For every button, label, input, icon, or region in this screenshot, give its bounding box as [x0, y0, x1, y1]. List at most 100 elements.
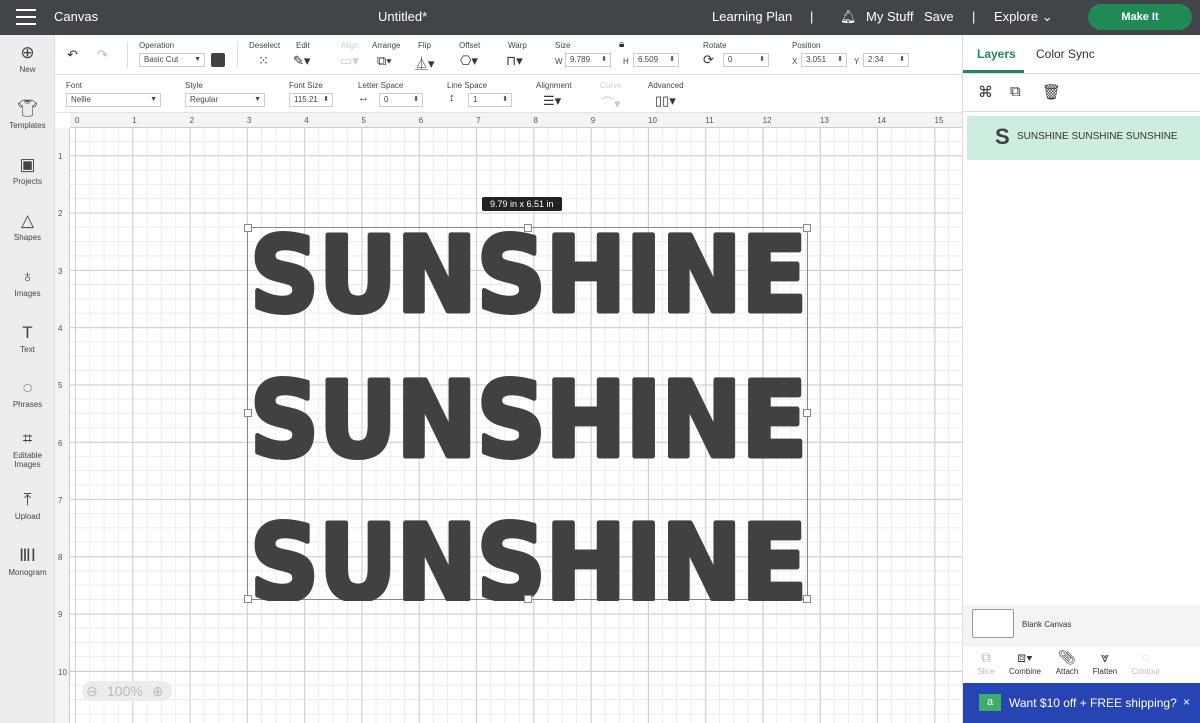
upload-icon: ⤒: [23, 490, 32, 509]
operation-select[interactable]: Basic Cut ▼: [139, 53, 205, 67]
sidebar-item-shapes[interactable]: △ Shapes: [0, 211, 55, 242]
contour-icon: ◌: [1141, 649, 1151, 665]
tab-color-sync[interactable]: Color Sync: [1036, 47, 1095, 61]
resize-handle[interactable]: [244, 409, 252, 417]
undo-icon[interactable]: ↶: [67, 47, 78, 63]
my-stuff-link[interactable]: My Stuff: [866, 9, 913, 24]
ruler-tick-label: 11: [705, 116, 714, 125]
letter-space-input[interactable]: 0 ⬍: [379, 93, 423, 107]
project-title: Untitled*: [378, 9, 428, 24]
sunshine-text[interactable]: SUNSHINE SUNSHINE SUNSHINE: [248, 228, 809, 601]
resize-handle[interactable]: [803, 595, 811, 603]
alignment-icon[interactable]: ☰▾: [543, 93, 561, 109]
attach-button[interactable]: 📎︎ Attach: [1047, 649, 1087, 676]
resize-handle[interactable]: [244, 224, 252, 232]
align-icon[interactable]: ▭▾: [340, 53, 359, 69]
line-space-icon: ↕: [449, 92, 455, 104]
flip-icon[interactable]: ⏅▾: [415, 53, 435, 72]
ruler-tick-label: 7: [58, 495, 63, 505]
close-icon[interactable]: ×: [1183, 695, 1190, 709]
width-input[interactable]: 9.789 ⬍: [565, 53, 611, 67]
combine-icon: ⧈▾: [1017, 649, 1033, 665]
deselect-icon[interactable]: ⁙: [258, 53, 269, 69]
resize-handle[interactable]: [803, 409, 811, 417]
ruler-tick-label: 10: [58, 667, 67, 677]
curve-icon[interactable]: ⌒▾: [601, 93, 621, 112]
resize-handle[interactable]: [524, 224, 532, 232]
line-space-input[interactable]: 1 ⬍: [468, 93, 512, 107]
sidebar-item-phrases[interactable]: ◌ Phrases: [0, 378, 55, 409]
app-name: Canvas: [54, 9, 99, 24]
flatten-icon: ⩔: [1101, 649, 1109, 665]
redo-icon[interactable]: ↷: [97, 47, 108, 63]
offset-icon[interactable]: ⎔▾: [460, 53, 478, 69]
canvas-thumbnail: [972, 609, 1014, 638]
left-sidebar: ⊕ New 👕︎ Templates ▣ Projects △ Shapes ♁ Imag…: [0, 35, 55, 723]
ruler-tick-label: 13: [819, 116, 829, 125]
layer-item[interactable]: S SUNSHINE SUNSHINE SUNSHINE: [967, 116, 1200, 160]
design-canvas[interactable]: 9.79 in x 6.51 in SUNSHINE SUNSHINE SUNS…: [70, 128, 962, 723]
zoom-out-icon[interactable]: ⊖: [86, 681, 98, 701]
menu-icon[interactable]: [16, 9, 36, 25]
height-input[interactable]: 6.509 ⬍: [633, 53, 679, 67]
warp-icon[interactable]: ⊓▾: [506, 53, 523, 69]
sidebar-item-text[interactable]: T Text: [0, 323, 55, 354]
combine-button[interactable]: ⧈▾ Combine: [1005, 649, 1045, 676]
shirt-icon: 👕︎: [16, 99, 39, 118]
edit-pencil-icon[interactable]: ✎▾: [293, 53, 310, 69]
resize-handle[interactable]: [524, 595, 532, 603]
ruler-tick-label: 14: [877, 116, 887, 125]
duplicate-icon[interactable]: ⧉: [1010, 83, 1021, 100]
gift-icon: a: [979, 694, 1001, 711]
text-icon: T: [22, 323, 33, 342]
zoom-level: 100%: [107, 683, 143, 699]
ruler-tick-label: 4: [304, 116, 309, 125]
attach-icon: 📎︎: [1058, 649, 1076, 665]
resize-handle[interactable]: [244, 595, 252, 603]
zoom-control: ⊖ 100% ⊕: [82, 681, 172, 701]
style-select[interactable]: Regular ▼: [185, 93, 265, 107]
projects-icon: ▣: [19, 155, 36, 174]
selection-box[interactable]: SUNSHINE SUNSHINE SUNSHINE: [244, 224, 811, 603]
rotate-input[interactable]: 0 ⬍: [723, 53, 769, 67]
position-y-input[interactable]: 2.34 ⬍: [863, 53, 909, 67]
text-line: SUNSHINE: [250, 502, 807, 601]
make-it-button[interactable]: Make It: [1088, 4, 1192, 30]
ruler-tick-label: 10: [648, 116, 657, 125]
slice-button[interactable]: ⧉ Slice: [966, 649, 1006, 676]
position-x-input[interactable]: 3.051 ⬍: [801, 53, 847, 67]
trash-icon[interactable]: 🗑︎: [1042, 83, 1061, 101]
tab-layers[interactable]: Layers: [977, 47, 1016, 61]
font-select[interactable]: Nellie ▼: [66, 93, 161, 107]
sidebar-item-new[interactable]: ⊕ New: [0, 43, 55, 74]
advanced-icon[interactable]: ▯▯▾: [655, 93, 676, 109]
plus-icon: ⊕: [20, 43, 35, 62]
blank-canvas-row[interactable]: Blank Canvas: [963, 605, 1200, 647]
save-button[interactable]: Save: [924, 9, 954, 24]
sidebar-item-upload[interactable]: ⤒ Upload: [0, 490, 55, 521]
edit-toolbar: ↶ ↷ Operation Basic Cut ▼ Deselect ⁙ Edit…: [55, 35, 962, 75]
explore-menu[interactable]: Explore ⌄: [994, 9, 1053, 25]
sidebar-item-templates[interactable]: 👕︎ Templates: [0, 99, 55, 130]
sidebar-item-monogram[interactable]: ⅢⅠ Monogram: [0, 546, 55, 577]
ruler-tick-label: 8: [58, 553, 63, 563]
font-size-input[interactable]: 115.21 ⬍: [289, 93, 333, 107]
contour-button[interactable]: ◌ Contour: [1126, 649, 1166, 676]
ruler-tick-label: 3: [246, 116, 252, 125]
sidebar-item-projects[interactable]: ▣ Projects: [0, 155, 55, 186]
lock-icon[interactable]: 🔒︎: [619, 39, 624, 50]
bell-icon[interactable]: 🔔︎: [840, 9, 857, 25]
learning-plan-link[interactable]: Learning Plan: [712, 9, 792, 24]
group-icon[interactable]: ⌘: [978, 83, 993, 101]
zoom-in-icon[interactable]: ⊕: [152, 681, 164, 701]
resize-handle[interactable]: [803, 224, 811, 232]
ruler-tick-label: 12: [762, 116, 772, 125]
promo-banner[interactable]: a Want $10 off + FREE shipping? ×: [963, 683, 1200, 723]
color-swatch[interactable]: [211, 53, 225, 67]
flatten-button[interactable]: ⩔ Flatten: [1085, 649, 1125, 676]
sidebar-item-editable-images[interactable]: ⌗ Editable Images: [0, 429, 55, 469]
arrange-icon[interactable]: ⧉▾: [377, 53, 392, 69]
sidebar-item-images[interactable]: ♁ Images: [0, 267, 55, 298]
horizontal-ruler: 0 1 2 3 4 5 6 7 8 9 10 11 12 13 14 15: [70, 113, 962, 128]
editable-images-icon: ⌗: [22, 429, 33, 448]
